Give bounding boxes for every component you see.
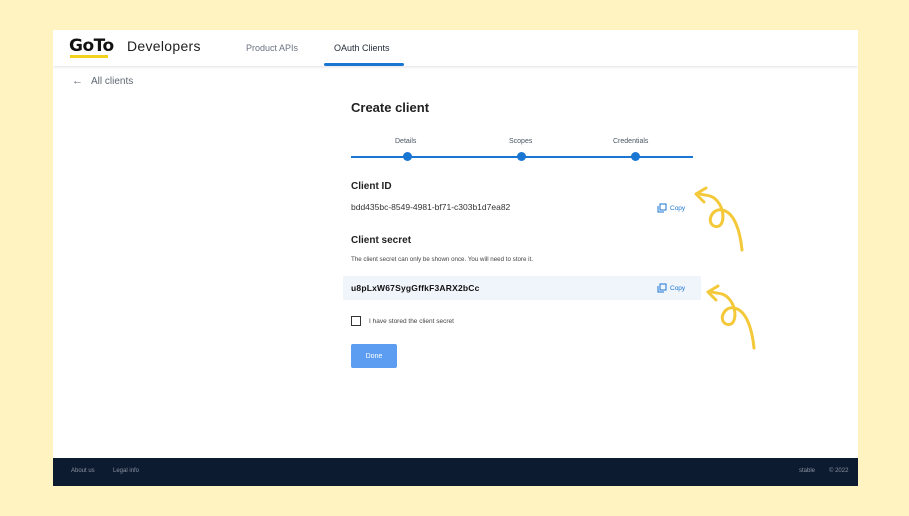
top-navigation-bar: GoTo Developers Product APIs OAuth Clien… xyxy=(53,30,858,66)
tab-oauth-clients[interactable]: OAuth Clients xyxy=(334,43,390,53)
client-secret-note: The client secret can only be shown once… xyxy=(351,256,533,263)
step-label-details: Details xyxy=(395,138,417,145)
footer: About us Legal info stable © 2022 xyxy=(53,458,858,486)
page-title: Create client xyxy=(351,100,430,115)
annotation-arrow-icon xyxy=(694,186,744,252)
copy-client-secret-button[interactable]: Copy xyxy=(657,283,685,293)
arrow-left-icon: ← xyxy=(72,75,83,87)
copy-label: Copy xyxy=(670,204,686,212)
copy-client-id-button[interactable]: Copy xyxy=(657,203,685,213)
stored-secret-checkbox[interactable] xyxy=(351,316,361,326)
client-secret-value: u8pLxW67SygGffkF3ARX2bCc xyxy=(351,283,480,293)
step-dot-scopes xyxy=(517,152,526,161)
client-id-title: Client ID xyxy=(351,181,392,192)
step-label-scopes: Scopes xyxy=(509,138,533,145)
step-dot-details xyxy=(403,152,412,161)
footer-build-tag: stable xyxy=(799,468,816,474)
annotation-arrow-icon xyxy=(706,284,756,350)
brand-title[interactable]: Developers xyxy=(127,38,201,54)
back-link[interactable]: ← All clients xyxy=(72,75,133,87)
tab-product-apis[interactable]: Product APIs xyxy=(246,43,298,53)
goto-logo[interactable]: GoTo xyxy=(69,36,114,56)
step-label-credentials: Credentials xyxy=(613,138,649,145)
client-secret-title: Client secret xyxy=(351,235,412,246)
copy-icon xyxy=(657,283,667,293)
app-window: GoTo Developers Product APIs OAuth Clien… xyxy=(53,30,858,486)
back-link-label: All clients xyxy=(91,76,134,87)
client-secret-field[interactable]: u8pLxW67SygGffkF3ARX2bCc xyxy=(343,276,701,300)
copy-icon xyxy=(657,203,667,213)
footer-link-about[interactable]: About us xyxy=(71,468,95,474)
done-button[interactable]: Done xyxy=(351,344,397,368)
copy-label: Copy xyxy=(670,284,686,292)
logo-underline xyxy=(70,55,108,58)
stored-secret-label[interactable]: I have stored the client secret xyxy=(369,318,454,325)
step-dot-credentials xyxy=(631,152,640,161)
footer-link-legal[interactable]: Legal info xyxy=(113,468,139,474)
client-id-value: bdd435bc-8549-4981-bf71-c303b1d7ea82 xyxy=(351,202,511,212)
active-tab-indicator xyxy=(324,63,404,66)
footer-copyright: © 2022 xyxy=(829,468,849,474)
